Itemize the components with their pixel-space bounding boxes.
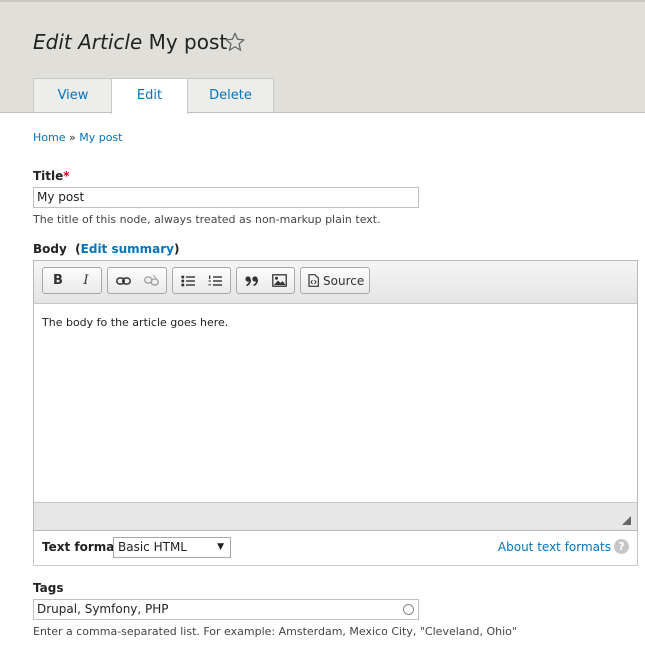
- italic-button[interactable]: I: [74, 270, 98, 291]
- dropdown-caret-icon: ▼: [217, 542, 224, 552]
- source-icon: [308, 274, 319, 287]
- text-format-selected: Basic HTML: [118, 540, 187, 554]
- numbered-list-button[interactable]: [203, 270, 227, 291]
- autocomplete-throbber-icon: [403, 604, 414, 615]
- resize-handle-icon[interactable]: [622, 516, 631, 525]
- star-icon[interactable]: [224, 31, 246, 53]
- source-button-label: Source: [323, 273, 365, 288]
- link-icon: [115, 276, 131, 285]
- page-title-node: My post: [148, 30, 228, 54]
- header-top-border: [0, 0, 645, 2]
- tags-input-value: Drupal, Symfony, PHP: [37, 602, 169, 616]
- toolbar-group-media: [236, 267, 295, 294]
- tab-view[interactable]: View: [33, 78, 113, 112]
- page-header: Edit Article My post View Edit Delete: [0, 0, 645, 114]
- source-button[interactable]: Source: [304, 270, 366, 291]
- bold-button[interactable]: B: [46, 270, 70, 291]
- breadcrumb-current-link[interactable]: My post: [79, 131, 122, 144]
- editor-content[interactable]: The body fo the article goes here.: [42, 316, 228, 329]
- editor-footer: [34, 502, 637, 530]
- edit-summary-link[interactable]: Edit summary: [81, 242, 174, 256]
- help-icon[interactable]: ?: [614, 539, 629, 554]
- unlink-icon: [143, 274, 159, 286]
- tags-label: Tags: [33, 581, 64, 595]
- image-icon: [271, 274, 287, 287]
- body-close-paren: ): [174, 242, 180, 256]
- text-format-select[interactable]: Basic HTML ▼: [113, 537, 231, 558]
- toolbar-group-link: [107, 267, 167, 294]
- body-label-text: Body: [33, 242, 67, 256]
- page-title-prefix: Edit Article: [33, 30, 143, 54]
- page-title: Edit Article My post: [33, 30, 227, 54]
- blockquote-icon: [245, 275, 259, 286]
- numbered-list-icon: [208, 275, 222, 286]
- tags-input[interactable]: Drupal, Symfony, PHP: [33, 599, 419, 620]
- blockquote-button[interactable]: [240, 270, 264, 291]
- toolbar-group-lists: [172, 267, 231, 294]
- editor-toolbar: B I Source: [34, 261, 637, 304]
- text-format-label: Text format: [42, 540, 121, 554]
- title-label: Title*: [33, 169, 70, 183]
- image-button[interactable]: [267, 270, 291, 291]
- title-description: The title of this node, always treated a…: [33, 213, 381, 226]
- body-editor: B I Source The body fo the article goes …: [33, 260, 638, 531]
- required-marker: *: [63, 169, 70, 183]
- tab-edit[interactable]: Edit: [111, 78, 188, 114]
- unlink-button[interactable]: [139, 270, 163, 291]
- text-format-wrapper: Text format Basic HTML ▼ About text form…: [33, 531, 638, 566]
- breadcrumb: Home » My post: [33, 131, 122, 144]
- bulleted-list-icon: [181, 275, 195, 286]
- link-button[interactable]: [111, 270, 135, 291]
- breadcrumb-home-link[interactable]: Home: [33, 131, 65, 144]
- toolbar-group-source: Source: [300, 267, 370, 294]
- tags-description: Enter a comma-separated list. For exampl…: [33, 625, 517, 638]
- title-label-text: Title: [33, 169, 64, 183]
- about-text-formats-link[interactable]: About text formats: [498, 540, 611, 554]
- tab-delete[interactable]: Delete: [187, 78, 274, 112]
- breadcrumb-separator: »: [68, 131, 76, 144]
- bulleted-list-button[interactable]: [176, 270, 200, 291]
- toolbar-group-basic: B I: [42, 267, 102, 294]
- body-label: Body (Edit summary): [33, 242, 180, 256]
- title-input[interactable]: My post: [33, 187, 419, 208]
